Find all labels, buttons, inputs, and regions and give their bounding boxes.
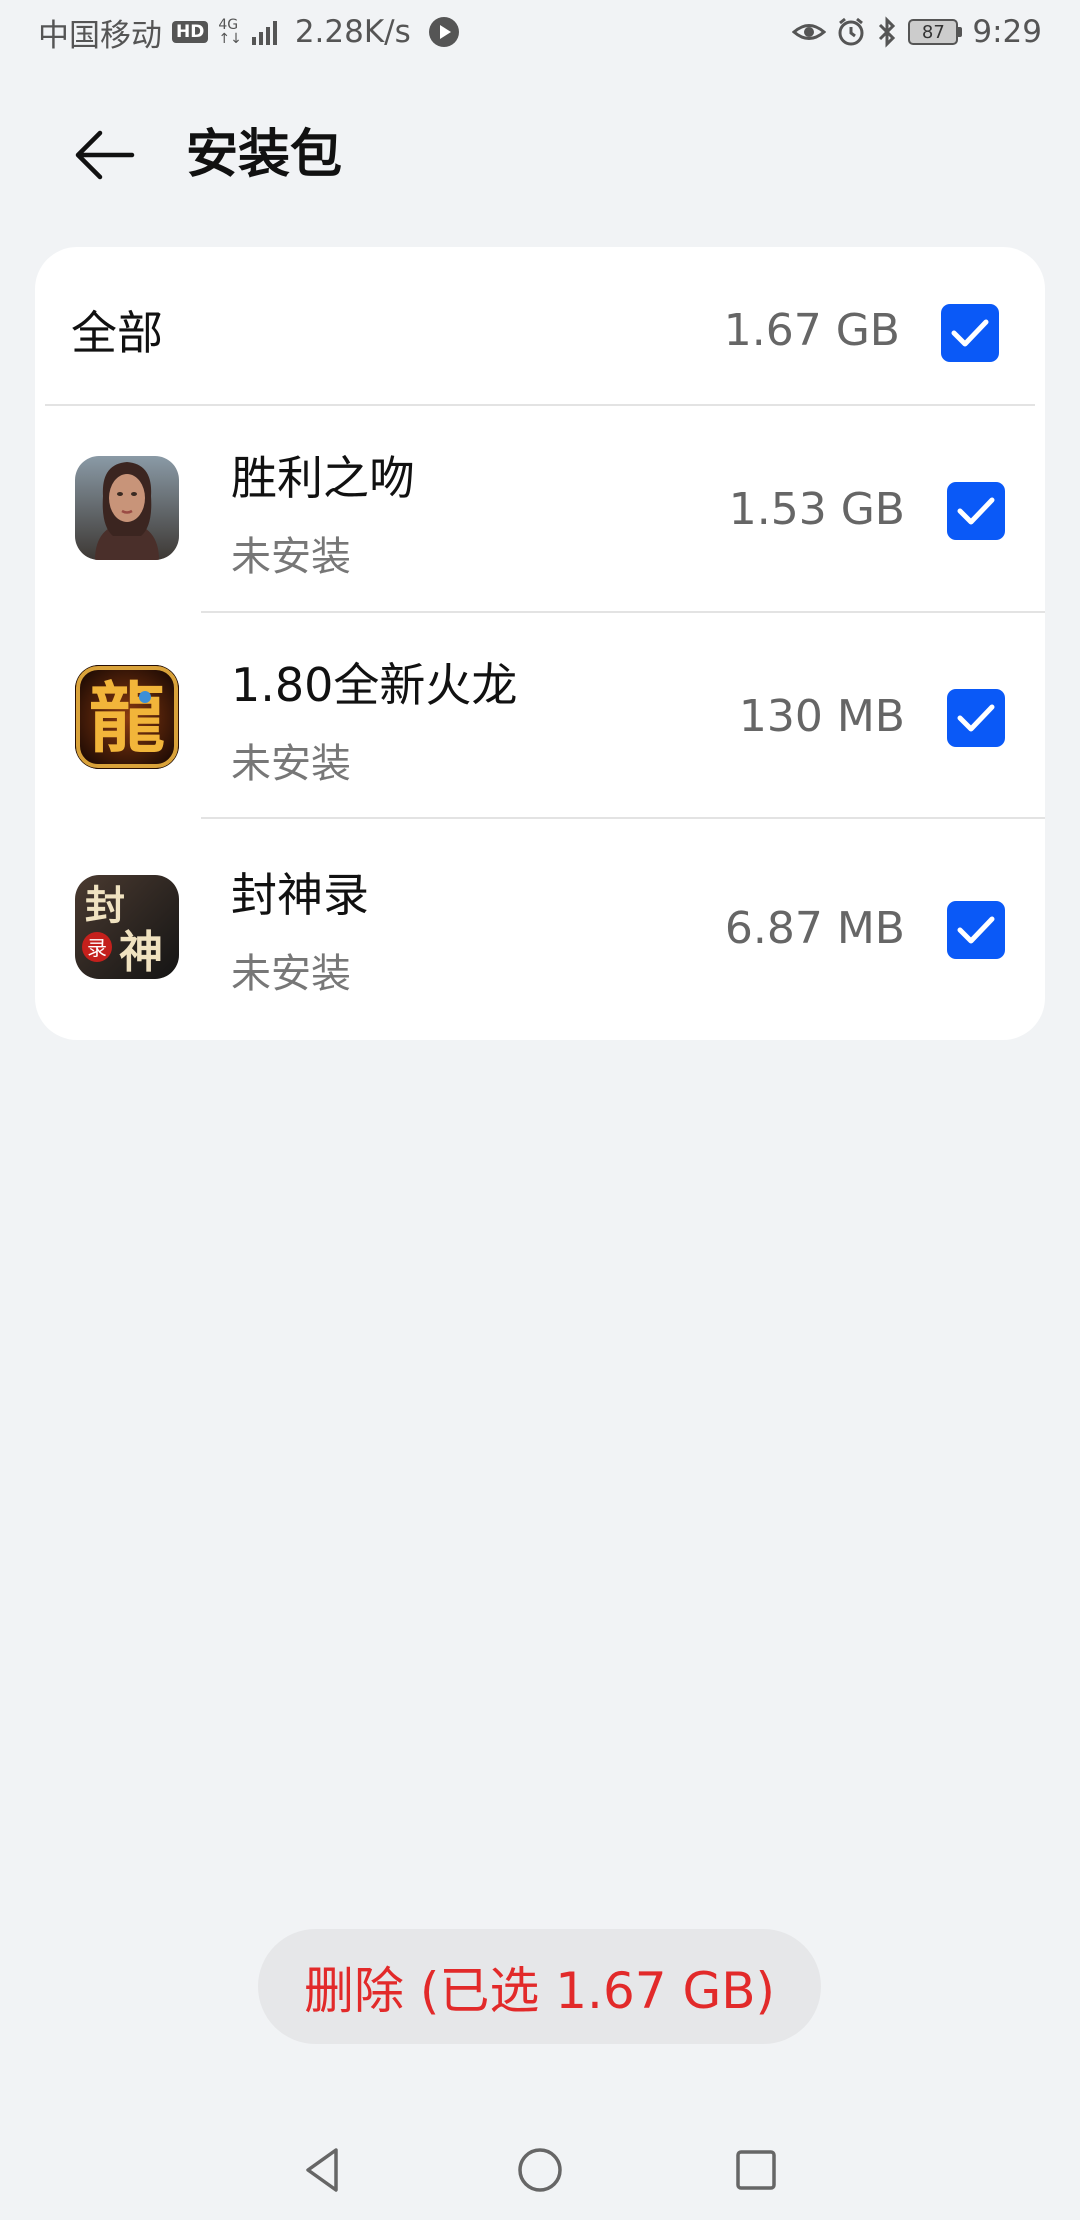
network-type-label: 4G [218,17,239,33]
page-title: 安装包 [186,125,343,185]
install-status: 未安装 [231,951,351,997]
checkmark-icon [951,319,989,347]
status-bar-left: 中国移动 HD 4G ↑↓ 2.28K/s [38,10,459,55]
network-type-indicator: 4G ↑↓ [218,18,241,46]
delete-button[interactable]: 删除 (已选 1.67 GB) [258,1929,821,2044]
carrier-label: 中国移动 [38,17,162,54]
install-status: 未安装 [231,534,351,580]
item-checkbox[interactable] [947,689,1005,747]
app-size: 130 MB [738,691,905,742]
list-item[interactable]: 封 神 录 封神录 未安装 6.87 MB [35,819,1045,1040]
battery-level: 87 [908,19,959,45]
battery-icon: 87 [908,19,963,45]
back-button[interactable] [60,120,150,190]
system-navigation-bar [0,2120,1080,2220]
back-arrow-icon [75,130,135,180]
fengshen-badge-glyph: 录 [87,936,107,960]
eye-comfort-icon [792,24,827,40]
select-all-checkbox[interactable] [941,304,999,362]
app-size: 1.53 GB [728,484,905,535]
app-name: 1.80全新火龙 [231,658,518,712]
nav-recents-button[interactable] [726,2140,786,2200]
network-speed: 2.28K/s [294,14,411,50]
item-checkbox[interactable] [947,482,1005,540]
app-name: 封神录 [231,868,369,922]
app-bar: 安装包 [0,100,1080,210]
status-bar-right: 87 9:29 [792,14,1042,50]
list-item[interactable]: 胜利之吻 未安装 1.53 GB [35,406,1045,611]
nav-home-button[interactable] [510,2140,570,2200]
alarm-icon [838,17,864,46]
recents-square-icon [736,2150,776,2190]
select-all-row[interactable]: 全部 1.67 GB [35,247,1045,405]
item-checkbox[interactable] [947,901,1005,959]
fengshen-glyph-bottom: 神 [119,927,163,978]
fengshen-glyph-icon: 封 神 录 [75,875,179,979]
package-list-card: 全部 1.67 GB 胜利之吻 未安装 1.53 GB 龍 1.80全新火龙 未… [35,247,1045,1040]
home-circle-icon [518,2148,562,2192]
clock: 9:29 [972,14,1042,50]
total-size: 1.67 GB [723,305,900,356]
dragon-glyph: 龍 [89,674,165,763]
nav-back-button[interactable] [292,2140,352,2200]
checkmark-icon [957,497,995,525]
media-playing-icon [428,17,459,47]
fengshen-glyph-top: 封 [85,883,125,929]
dragon-glyph-icon: 龍 [75,665,179,769]
status-bar: 中国移动 HD 4G ↑↓ 2.28K/s 87 9:29 [0,0,1080,64]
app-size: 6.87 MB [724,903,905,954]
portrait-game-icon [75,456,179,560]
install-status: 未安装 [231,741,351,787]
app-name: 胜利之吻 [231,451,415,505]
checkmark-icon [957,916,995,944]
checkmark-icon [957,704,995,732]
hd-badge: HD [172,21,209,43]
network-direction-label: ↑↓ [218,31,242,47]
bluetooth-icon [879,16,896,48]
back-triangle-icon [306,2148,338,2192]
list-item[interactable]: 龍 1.80全新火龙 未安装 130 MB [35,613,1045,817]
signal-icon [251,19,277,45]
select-all-label: 全部 [71,306,163,360]
